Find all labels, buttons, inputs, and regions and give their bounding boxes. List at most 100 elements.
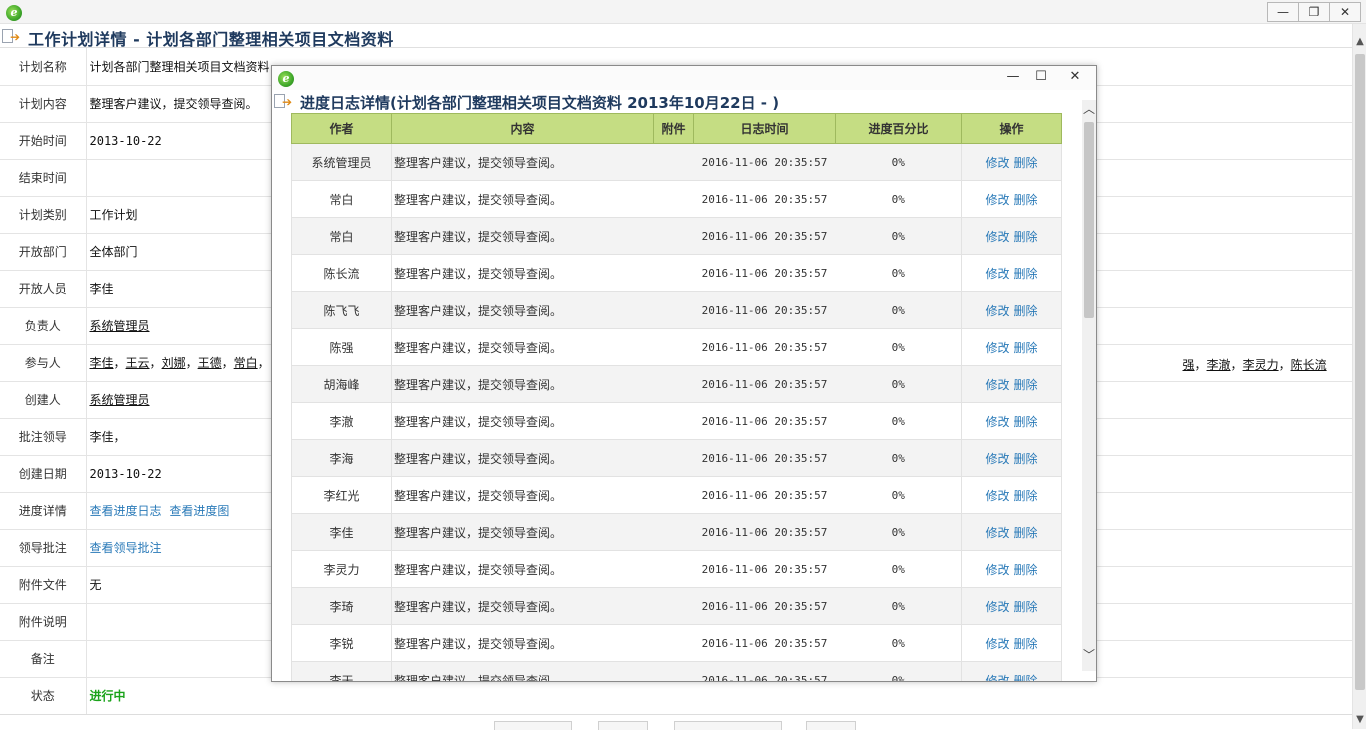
log-progress-percent: 0% bbox=[835, 513, 962, 551]
edit-link[interactable]: 修改 bbox=[985, 563, 1009, 577]
dialog-maximize-button[interactable]: ☐ bbox=[1026, 68, 1056, 86]
delete-link[interactable]: 删除 bbox=[1014, 267, 1038, 281]
participant-link[interactable]: 陈长流 bbox=[1291, 358, 1327, 372]
log-author: 常白 bbox=[291, 217, 392, 255]
dialog-title: 进度日志详情(计划各部门整理相关项目文档资料 2013年10月22日 - ) bbox=[300, 94, 780, 112]
edit-link[interactable]: 修改 bbox=[985, 600, 1009, 614]
log-progress-percent: 0% bbox=[835, 143, 962, 181]
log-actions: 修改 删除 bbox=[961, 476, 1062, 514]
dialog-scrollbar[interactable]: ︿ ﹀ bbox=[1082, 100, 1096, 671]
progress-log-table-container: 作者 内容 附件 日志时间 进度百分比 操作 系统管理员 整理客户建议，提交领导查… bbox=[291, 113, 1062, 682]
main-scrollbar[interactable]: ▲ ▼ bbox=[1352, 24, 1366, 729]
chevron-up-icon[interactable]: ︿ bbox=[1082, 100, 1096, 117]
log-attachment bbox=[653, 587, 694, 625]
log-author: 系统管理员 bbox=[291, 143, 392, 181]
delete-link[interactable]: 删除 bbox=[1014, 600, 1038, 614]
owner-link[interactable]: 系统管理员 bbox=[90, 319, 150, 333]
log-author: 李锐 bbox=[291, 624, 392, 662]
log-progress-percent: 0% bbox=[835, 624, 962, 662]
dialog-close-button[interactable]: ✕ bbox=[1060, 68, 1090, 86]
edit-link[interactable]: 修改 bbox=[985, 526, 1009, 540]
edit-link[interactable]: 修改 bbox=[985, 267, 1009, 281]
dialog-titlebar[interactable]: e — ☐ ✕ bbox=[272, 66, 1096, 90]
field-label: 领导批注 bbox=[0, 529, 87, 567]
dialog-minimize-button[interactable]: — bbox=[998, 68, 1028, 86]
scroll-thumb[interactable] bbox=[1084, 122, 1094, 318]
delete-link[interactable]: 删除 bbox=[1014, 489, 1038, 503]
browser-icon: e bbox=[6, 5, 22, 21]
edit-link[interactable]: 修改 bbox=[985, 304, 1009, 318]
log-time: 2016-11-06 20:35:57 bbox=[693, 254, 836, 292]
log-actions: 修改 删除 bbox=[961, 402, 1062, 440]
table-row: 陈强 整理客户建议，提交领导查阅。 2016-11-06 20:35:57 0% 修改删… bbox=[291, 328, 1062, 366]
delete-link[interactable]: 删除 bbox=[1014, 563, 1038, 577]
log-progress-percent: 0% bbox=[835, 661, 962, 681]
scroll-down-icon[interactable]: ▼ bbox=[1353, 714, 1366, 725]
close-button[interactable]: ✕ bbox=[1329, 2, 1361, 22]
field-label: 计划名称 bbox=[0, 48, 87, 86]
edit-link[interactable]: 修改 bbox=[985, 637, 1009, 651]
participant-link[interactable]: 王德 bbox=[198, 356, 222, 370]
log-time: 2016-11-06 20:35:57 bbox=[693, 365, 836, 403]
view-progress-log-link[interactable]: 查看进度日志 bbox=[90, 504, 162, 518]
delete-link[interactable]: 删除 bbox=[1014, 637, 1038, 651]
document-arrow-icon: ➔ bbox=[2, 28, 20, 44]
status-badge: 进行中 bbox=[89, 689, 126, 703]
log-progress-percent: 0% bbox=[835, 587, 962, 625]
field-row-status: 状态 进行中 bbox=[0, 677, 1352, 715]
minimize-button[interactable]: — bbox=[1267, 2, 1299, 22]
view-progress-chart-link[interactable]: 查看进度图 bbox=[169, 504, 229, 518]
participant-link[interactable]: 李灵力 bbox=[1243, 358, 1279, 372]
edit-link[interactable]: 修改 bbox=[985, 489, 1009, 503]
log-progress-percent: 0% bbox=[835, 291, 962, 329]
participant-link[interactable]: 强 bbox=[1183, 358, 1195, 372]
log-content: 整理客户建议，提交领导查阅。 bbox=[391, 365, 654, 403]
participant-link[interactable]: 李佳 bbox=[90, 356, 114, 370]
table-row: 胡海峰 整理客户建议，提交领导查阅。 2016-11-06 20:35:57 0% 修改… bbox=[291, 365, 1062, 403]
edit-link[interactable]: 修改 bbox=[985, 415, 1009, 429]
table-row: 系统管理员 整理客户建议，提交领导查阅。 2016-11-06 20:35:57 0%… bbox=[291, 143, 1062, 181]
delete-link[interactable]: 删除 bbox=[1014, 341, 1038, 355]
table-row: 李澈 整理客户建议，提交领导查阅。 2016-11-06 20:35:57 0% 修改删… bbox=[291, 402, 1062, 440]
edit-link[interactable]: 修改 bbox=[985, 674, 1009, 682]
delete-link[interactable]: 删除 bbox=[1014, 415, 1038, 429]
log-content: 整理客户建议，提交领导查阅。 bbox=[391, 291, 654, 329]
log-content: 整理客户建议，提交领导查阅。 bbox=[391, 624, 654, 662]
log-progress-percent: 0% bbox=[835, 180, 962, 218]
delete-link[interactable]: 删除 bbox=[1014, 452, 1038, 466]
participant-link[interactable]: 李澈 bbox=[1207, 358, 1231, 372]
log-time: 2016-11-06 20:35:57 bbox=[693, 402, 836, 440]
delete-link[interactable]: 删除 bbox=[1014, 674, 1038, 682]
delete-link[interactable]: 删除 bbox=[1014, 230, 1038, 244]
delete-link[interactable]: 删除 bbox=[1014, 193, 1038, 207]
view-leader-note-link[interactable]: 查看领导批注 bbox=[90, 541, 162, 555]
creator-link[interactable]: 系统管理员 bbox=[90, 393, 150, 407]
maximize-button[interactable]: ❐ bbox=[1298, 2, 1330, 22]
edit-link[interactable]: 修改 bbox=[985, 341, 1009, 355]
participant-link[interactable]: 王云 bbox=[126, 356, 150, 370]
log-author: 李海 bbox=[291, 439, 392, 477]
edit-link[interactable]: 修改 bbox=[985, 193, 1009, 207]
scroll-up-icon[interactable]: ▲ bbox=[1353, 36, 1366, 47]
main-titlebar[interactable]: e — ❐ ✕ bbox=[0, 0, 1366, 24]
chevron-down-icon[interactable]: ﹀ bbox=[1082, 646, 1096, 663]
field-label: 结束时间 bbox=[0, 159, 87, 197]
edit-link[interactable]: 修改 bbox=[985, 378, 1009, 392]
log-time: 2016-11-06 20:35:57 bbox=[693, 143, 836, 181]
edit-link[interactable]: 修改 bbox=[985, 452, 1009, 466]
participant-link[interactable]: 刘娜 bbox=[162, 356, 186, 370]
log-attachment bbox=[653, 476, 694, 514]
delete-link[interactable]: 删除 bbox=[1014, 304, 1038, 318]
log-time: 2016-11-06 20:35:57 bbox=[693, 439, 836, 477]
delete-link[interactable]: 删除 bbox=[1014, 378, 1038, 392]
delete-link[interactable]: 删除 bbox=[1014, 526, 1038, 540]
scroll-thumb[interactable] bbox=[1355, 54, 1365, 690]
field-label: 计划类别 bbox=[0, 196, 87, 234]
log-attachment bbox=[653, 291, 694, 329]
edit-link[interactable]: 修改 bbox=[985, 156, 1009, 170]
participant-link[interactable]: 常白 bbox=[234, 356, 258, 370]
edit-link[interactable]: 修改 bbox=[985, 230, 1009, 244]
field-label: 备注 bbox=[0, 640, 87, 678]
delete-link[interactable]: 删除 bbox=[1014, 156, 1038, 170]
field-label: 附件文件 bbox=[0, 566, 87, 604]
